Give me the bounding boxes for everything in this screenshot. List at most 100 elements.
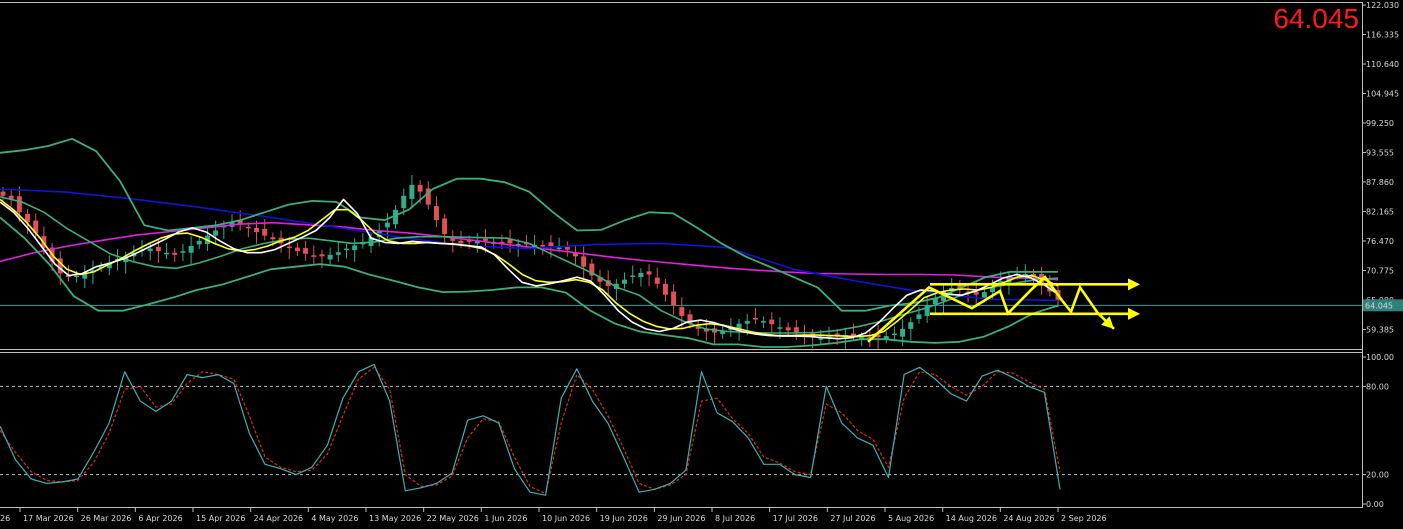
bollinger-lower-line: [0, 216, 1059, 348]
candle-body: [180, 251, 186, 253]
candle-body: [556, 247, 562, 250]
candle-body: [0, 191, 6, 196]
candle-body: [245, 226, 251, 229]
price-tick-label: 99.250: [1366, 119, 1394, 128]
time-tick-label: 22 May 2026: [427, 514, 479, 523]
candle-body: [172, 252, 178, 255]
candle-body: [442, 218, 448, 235]
stochastic-main-line: [0, 363, 1061, 496]
time-tick-label: 1 Jun 2026: [484, 514, 527, 523]
candle-body: [458, 240, 464, 244]
candle-body: [155, 247, 161, 252]
candle-body: [916, 314, 922, 320]
candle-body: [327, 254, 333, 260]
time-tick-label: 27 Jul 2026: [830, 514, 875, 523]
price-tick-label: 93.555: [1366, 148, 1394, 157]
candle-body: [540, 244, 546, 247]
time-tick-label: 29 Jun 2026: [657, 514, 705, 523]
candle-body: [646, 271, 652, 275]
candle-body: [671, 291, 677, 306]
time-tick-label: 8 Jul 2026: [715, 514, 755, 523]
current-price-display: 64.045: [1273, 3, 1359, 34]
candle-body: [335, 252, 341, 255]
price-tick-label: 76.470: [1366, 237, 1394, 246]
candle-body: [483, 238, 489, 241]
price-tick-label: 104.945: [1366, 89, 1399, 98]
price-pane: [0, 137, 1362, 349]
stochastic-tick-label: 20.00: [1366, 471, 1389, 480]
time-tick-label: 4 May 2026: [311, 514, 358, 523]
candle-body: [638, 272, 644, 278]
price-tick-label: 59.385: [1366, 325, 1394, 334]
candle-body: [188, 246, 194, 253]
candle-body: [908, 322, 914, 329]
candle-body: [343, 248, 349, 251]
candle-body: [581, 256, 587, 267]
candle-body: [147, 248, 153, 252]
candle-body: [262, 228, 268, 236]
candle-body: [433, 206, 439, 221]
stochastic-pane: [0, 363, 1362, 496]
time-tick-label: 15 Apr 2026: [196, 514, 245, 523]
candle-body: [417, 184, 423, 192]
last-price-label: 64.045: [1365, 301, 1393, 310]
price-tick-label: 110.640: [1366, 60, 1399, 69]
price-chart[interactable]: 122.030 116.335 110.640 104.945 99.250 93.555…: [0, 0, 1403, 529]
stochastic-tick-label: 80.00: [1366, 382, 1389, 391]
price-tick-label: 116.335: [1366, 30, 1399, 39]
time-tick-label: 24 Apr 2026: [254, 514, 303, 523]
candle-body: [654, 277, 660, 284]
arrow-head: [1128, 307, 1140, 320]
candle-body: [164, 252, 170, 255]
candle-body: [294, 247, 300, 252]
ma-white-line: [0, 198, 1059, 340]
candle-body: [630, 275, 636, 278]
candle-body: [785, 327, 791, 331]
chart-frame: [0, 2, 1363, 508]
time-tick-label: 14 Aug 2026: [946, 514, 997, 523]
candle-body: [352, 245, 358, 251]
price-axis: 122.030 116.335 110.640 104.945 99.250 93.555…: [1362, 1, 1403, 334]
candle-body: [752, 317, 758, 320]
time-tick-label: 26: [0, 514, 10, 523]
price-tick-label: 122.030: [1366, 1, 1399, 10]
candle-body: [409, 184, 415, 199]
time-tick-label: 24 Aug 2026: [1003, 514, 1054, 523]
candle-body: [662, 283, 668, 295]
time-tick-label: 17 Mar 2026: [23, 514, 74, 523]
candle-body: [981, 292, 987, 298]
time-tick-label: 5 Aug 2026: [888, 514, 934, 523]
candle-body: [196, 240, 202, 245]
candle-body: [761, 321, 767, 323]
stochastic-tick-label: 100.00: [1366, 353, 1394, 362]
time-tick-label: 26 Mar 2026: [81, 514, 132, 523]
candle-body: [254, 227, 260, 233]
price-tick-label: 70.775: [1366, 266, 1394, 275]
candle-body: [769, 319, 775, 325]
time-tick-label: 2 Sep 2026: [1061, 514, 1107, 523]
candle-body: [303, 248, 309, 254]
candle-body: [286, 246, 292, 249]
stochastic-tick-label: 0.00: [1366, 500, 1384, 509]
candle-body: [213, 230, 219, 236]
price-tick-label: 82.165: [1366, 207, 1394, 216]
time-tick-label: 19 Jun 2026: [600, 514, 648, 523]
arrow-head: [1128, 278, 1140, 291]
candle-body: [270, 237, 276, 240]
time-tick-label: 6 Apr 2026: [138, 514, 182, 523]
time-axis: 26 17 Mar 2026 26 Mar 2026 6 Apr 2026 15 Apr…: [0, 508, 1107, 523]
candle-body: [384, 222, 390, 228]
time-tick-label: 17 Jul 2026: [773, 514, 818, 523]
candle-body: [319, 254, 325, 257]
candle-body: [622, 279, 628, 284]
candle-body: [891, 333, 897, 336]
stochastic-axis: 100.00 80.00 20.00 0.00: [1362, 353, 1394, 509]
candle-body: [16, 196, 22, 213]
price-tick-label: 87.860: [1366, 178, 1394, 187]
time-tick-label: 10 Jun 2026: [542, 514, 590, 523]
candle-body: [679, 307, 685, 316]
candle-body: [401, 195, 407, 209]
candle-body: [777, 327, 783, 329]
candle-body: [900, 328, 906, 337]
candle-body: [311, 255, 317, 257]
